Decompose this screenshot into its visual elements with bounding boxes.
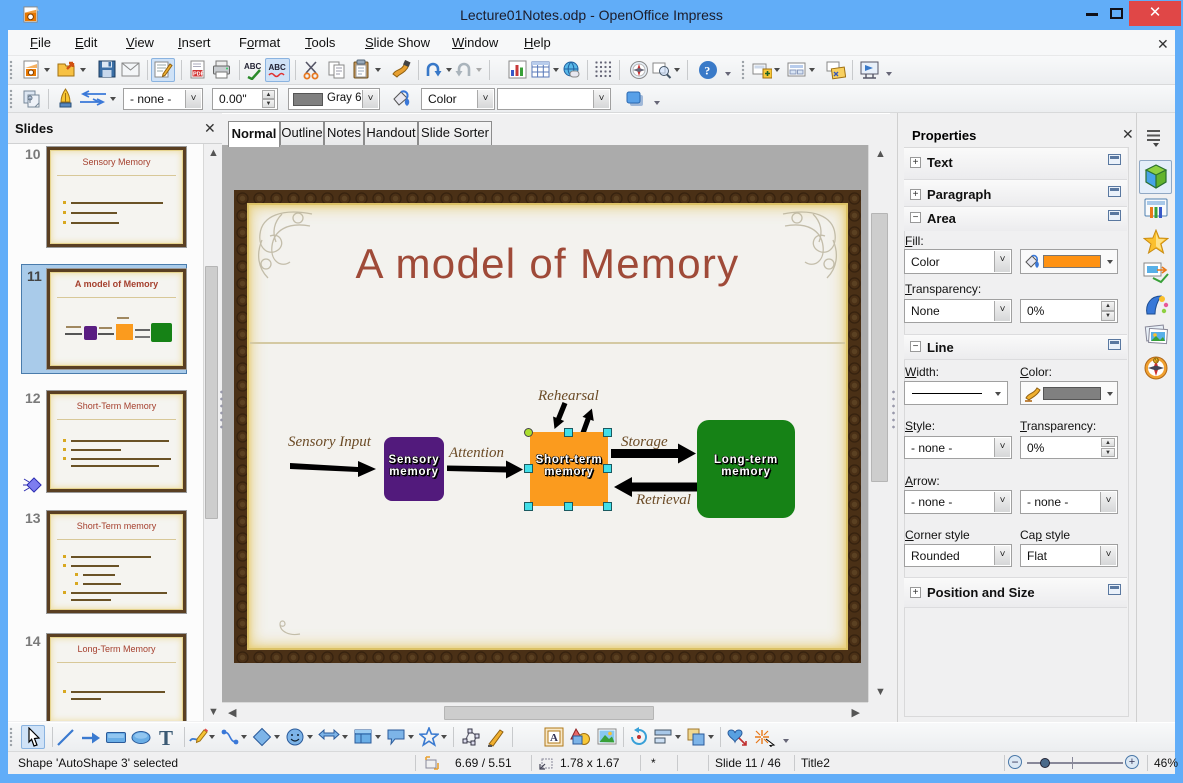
svg-text:?: ?	[704, 64, 710, 78]
svg-text:ABC: ABC	[269, 63, 287, 72]
svg-text:N: N	[1154, 359, 1158, 365]
svg-text:PDF: PDF	[193, 72, 205, 78]
svg-text:A: A	[550, 732, 558, 744]
